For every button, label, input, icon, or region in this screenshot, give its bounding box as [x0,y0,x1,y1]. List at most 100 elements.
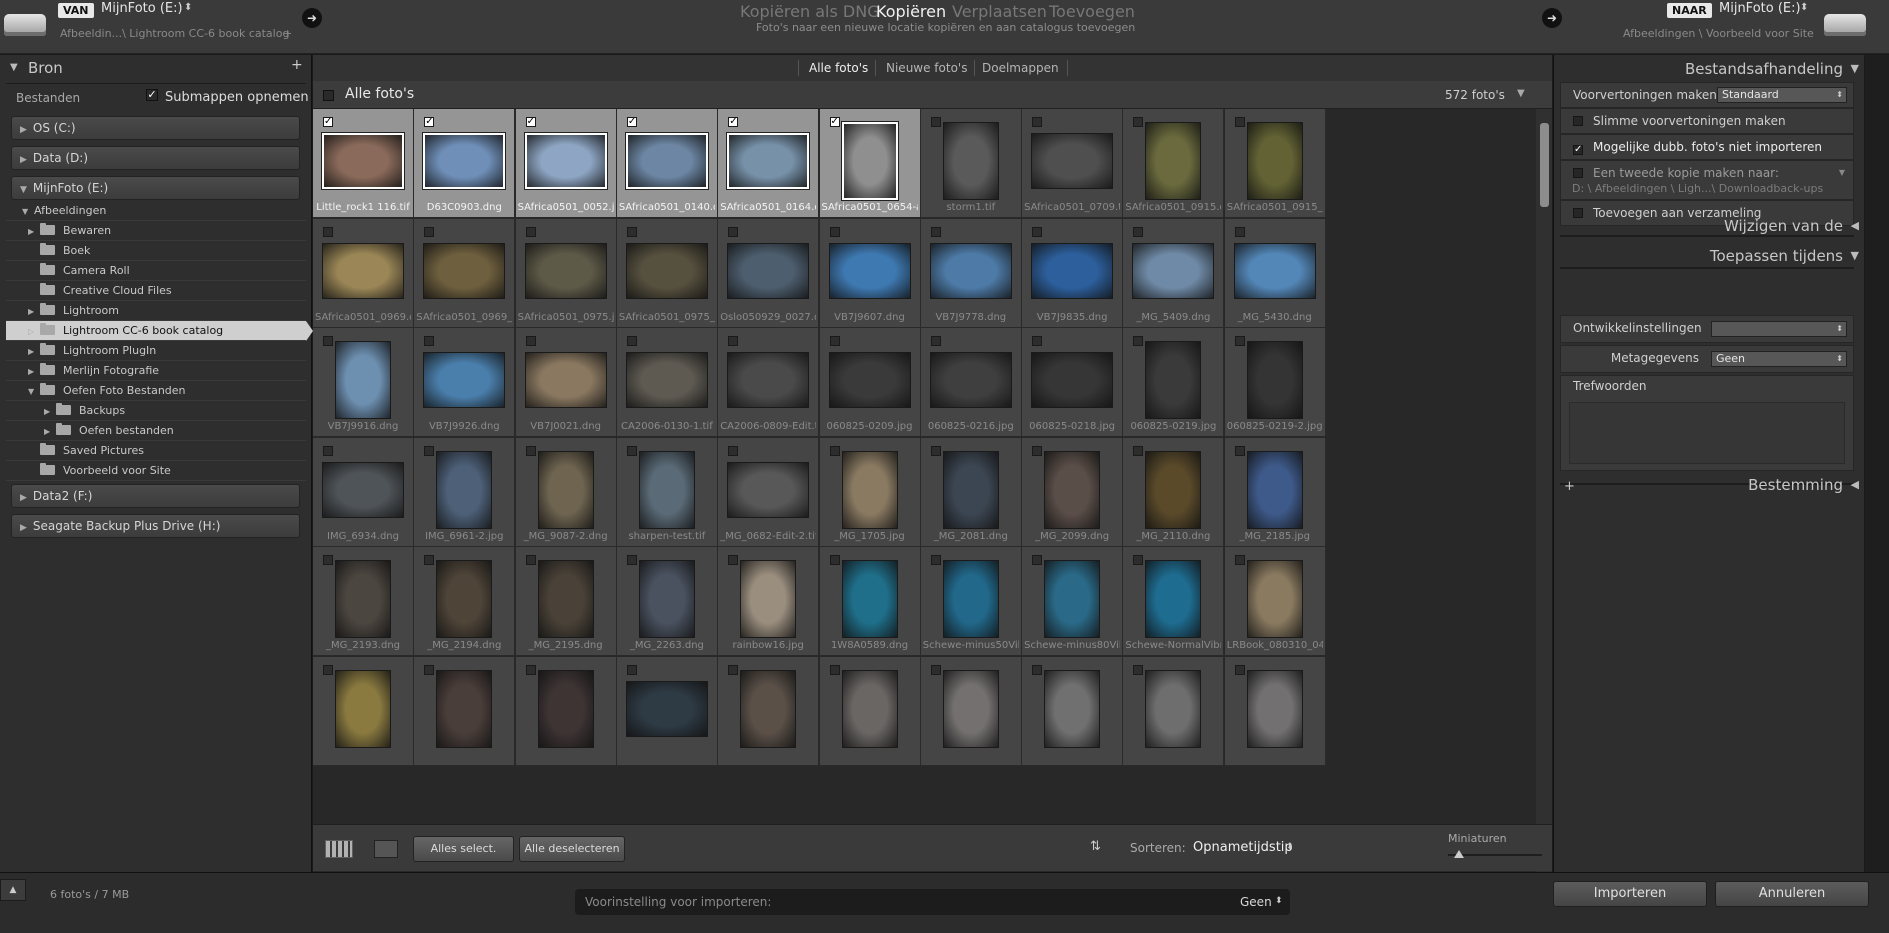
photo-thumbnail[interactable] [727,133,810,189]
photo-cell[interactable]: _MG_2110.dng [1123,437,1225,547]
photo-checkbox[interactable] [323,226,333,237]
keywords-input[interactable] [1569,402,1845,464]
photo-checkbox[interactable] [525,555,536,566]
import-preset-value[interactable]: Geen [1240,895,1272,909]
mode-move[interactable]: Verplaatsen [952,2,1047,21]
destination-drive-name[interactable]: MijnFoto (E:) [1719,1,1801,16]
sort-direction-icon[interactable]: ⇅ [1090,839,1101,854]
add-source-icon[interactable]: + [291,57,303,73]
photo-cell[interactable]: ✓ SAfrica0501_0140.dng [616,109,718,218]
photo-cell[interactable]: Schewe-minus50Vibra... [920,547,1022,657]
photo-thumbnail[interactable] [322,133,404,189]
photo-checkbox[interactable] [728,665,739,675]
photo-thumbnail[interactable] [942,450,999,529]
photo-checkbox[interactable] [525,445,536,456]
photo-thumbnail[interactable] [1145,122,1202,200]
photo-cell[interactable]: SAfrica0501_0709.tif [1022,109,1124,218]
folder-item[interactable]: ▶ Lightroom PlugIn [6,341,306,361]
photo-cell[interactable]: _MG_9087-2.dng [515,437,617,547]
loupe-view-icon[interactable] [374,840,398,858]
photo-thumbnail[interactable] [841,122,898,200]
photo-cell[interactable]: ✓ SAfrica0501_0654-a_1... [819,109,921,218]
photo-thumbnail[interactable] [638,450,695,529]
photo-thumbnail[interactable] [1145,560,1202,639]
photo-checkbox[interactable] [1234,117,1245,127]
photo-thumbnail[interactable] [335,341,391,420]
photo-checkbox[interactable] [626,555,637,566]
photo-checkbox[interactable] [323,445,333,456]
folder-item[interactable]: ▶ Oefen bestanden [6,421,306,441]
photo-cell[interactable]: SAfrica0501_0975.jpg [515,218,617,328]
photo-thumbnail[interactable] [929,352,1012,409]
volume-seagate[interactable]: ▶ Seagate Backup Plus Drive (H:) [11,514,300,538]
photo-thumbnail[interactable] [1044,450,1101,529]
section-file-handling[interactable]: Bestandsafhandeling ▼ [1554,56,1865,82]
photo-checkbox[interactable] [323,665,333,675]
photo-thumbnail[interactable] [1031,352,1114,409]
photo-checkbox[interactable] [424,445,435,456]
previews-select[interactable]: Standaard ⬍ [1717,87,1847,103]
photo-thumbnail[interactable] [841,450,898,529]
photo-checkbox[interactable] [525,665,536,675]
photo-thumbnail[interactable] [625,133,708,189]
photo-thumbnail[interactable] [1246,341,1303,420]
develop-select[interactable]: ⬍ [1711,321,1847,337]
photo-thumbnail[interactable] [1132,242,1215,299]
photo-thumbnail[interactable] [1044,560,1101,639]
photo-thumbnail[interactable] [841,560,898,639]
photo-cell[interactable]: _MG_2081.dng [920,437,1022,547]
photo-thumbnail[interactable] [942,560,999,639]
photo-thumbnail[interactable] [727,461,810,518]
folder-item[interactable]: Saved Pictures [6,441,306,461]
section-rename[interactable]: Wijzigen van de ◀ [1554,213,1865,239]
photo-checkbox[interactable]: ✓ [525,117,536,127]
photo-cell[interactable]: VB7J0021.dng [515,328,617,438]
photo-thumbnail[interactable] [1145,450,1202,529]
photo-cell[interactable]: CA2006-0809-Edit.tif [718,328,820,438]
import-preset-dropdown-icon[interactable]: ⬍ [1275,896,1283,906]
photo-cell[interactable]: SAfrica0501_0915.dng [1123,109,1225,218]
no-duplicates-row[interactable]: ✓ Mogelijke dubb. foto's niet importeren [1560,134,1854,160]
photo-thumbnail[interactable] [841,670,898,748]
photo-checkbox[interactable] [1032,117,1043,127]
photo-checkbox[interactable] [626,336,637,347]
photo-thumbnail[interactable] [524,242,607,299]
photo-cell[interactable]: 060825-0219-2.jpg [1224,328,1326,438]
photo-cell[interactable]: 060825-0219.jpg [1123,328,1225,438]
photo-cell[interactable]: VB7J9778.dng [920,218,1022,328]
photo-cell[interactable]: CA2006-0130-1.tif [616,328,718,438]
select-all-checkbox[interactable] [323,90,334,101]
thumbnail-size-slider-handle[interactable] [1454,850,1464,858]
section-destination[interactable]: Bestemming ◀ [1554,472,1865,498]
photo-thumbnail[interactable] [828,352,911,409]
photo-cell[interactable]: VB7J9607.dng [819,218,921,328]
folder-item[interactable]: ▶ Backups [6,401,306,421]
second-copy-row[interactable]: Een tweede kopie maken naar: ▼ D: \ Afbe… [1560,160,1854,200]
photo-cell[interactable]: SAfrica0501_0969.dng [313,218,414,328]
photo-thumbnail[interactable] [524,133,607,189]
photo-checkbox[interactable] [930,336,941,347]
photo-cell[interactable]: IMG_6934.dng [313,437,414,547]
folder-item[interactable]: ▶ Lightroom [6,301,306,321]
photo-thumbnail[interactable] [1145,341,1202,420]
photo-checkbox[interactable] [829,665,840,675]
photo-checkbox[interactable] [1032,226,1043,237]
photo-cell[interactable]: VB7J9926.dng [414,328,516,438]
photo-cell[interactable]: 060825-0209.jpg [819,328,921,438]
photo-cell[interactable]: 1W8A0589.dng [819,547,921,657]
destination-drive-icon[interactable] [1824,14,1866,36]
photo-cell[interactable]: storm1.tif [920,109,1022,218]
sort-dropdown-icon[interactable]: ⬍ [1286,842,1294,852]
photo-checkbox[interactable] [1133,555,1144,566]
photo-cell[interactable] [1123,657,1225,766]
mode-add[interactable]: Toevoegen [1049,2,1135,21]
sort-value[interactable]: Opnametijdstip [1193,840,1293,855]
smart-previews-checkbox[interactable] [1573,116,1583,126]
photo-checkbox[interactable] [1133,226,1144,237]
photo-checkbox[interactable] [626,665,637,675]
photo-cell[interactable]: ✓ SAfrica0501_0164.dng [718,109,820,218]
photo-cell[interactable]: _MG_2099.dng [1022,437,1124,547]
photo-checkbox[interactable] [728,555,739,566]
mode-copy-dng[interactable]: Kopiëren als DNG [740,2,880,21]
photo-checkbox[interactable]: ✓ [323,117,333,127]
